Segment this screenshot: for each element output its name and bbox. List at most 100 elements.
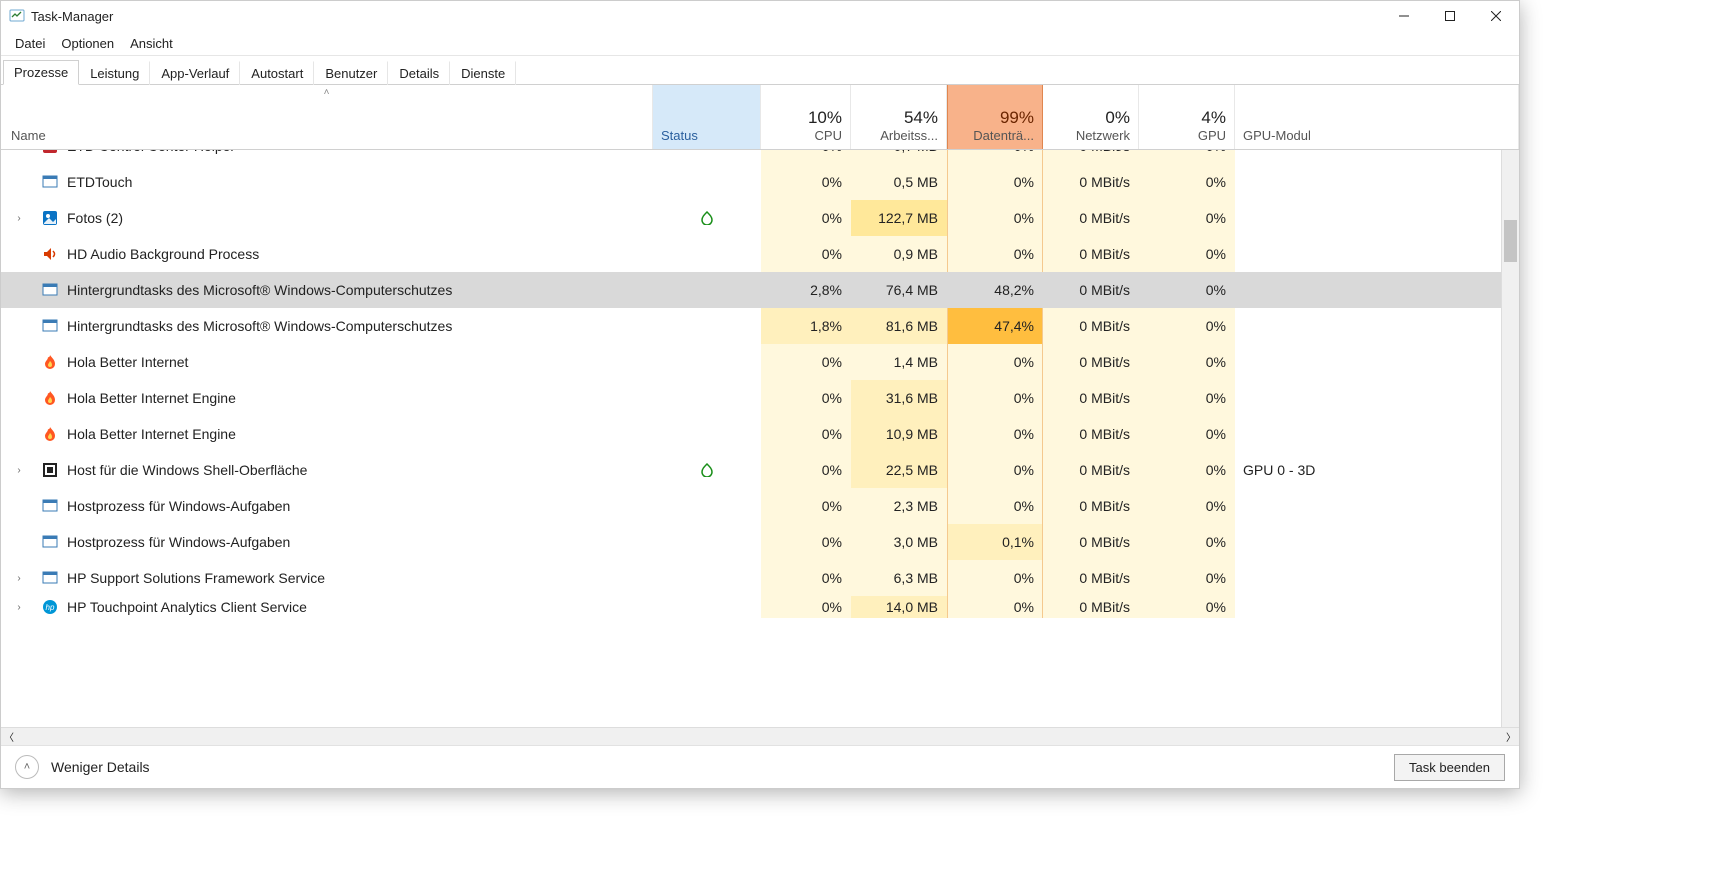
cell-name: ETDTouch: [1, 164, 653, 200]
column-header-disk[interactable]: 99% Datenträ...: [947, 85, 1043, 149]
cell-gpu-module: GPU 0 - 3D: [1235, 452, 1519, 488]
menubar: DateiOptionenAnsicht: [1, 31, 1519, 56]
suspended-icon: [700, 463, 714, 477]
close-button[interactable]: [1473, 1, 1519, 31]
minimize-button[interactable]: [1381, 1, 1427, 31]
tab-app-verlauf[interactable]: App-Verlauf: [150, 61, 240, 85]
column-label-status: Status: [661, 128, 752, 143]
cell-gpu: 0%: [1139, 488, 1235, 524]
cell-cpu: 2,8%: [761, 272, 851, 308]
expander-icon[interactable]: ›: [11, 465, 27, 476]
menu-item-optionen[interactable]: Optionen: [53, 34, 122, 53]
cell-cpu: 0%: [761, 236, 851, 272]
cell-name: Hola Better Internet Engine: [1, 380, 653, 416]
process-row[interactable]: ›HP Support Solutions Framework Service 0…: [1, 560, 1519, 596]
process-row[interactable]: Hola Better Internet0%1,4 MB0%0 MBit/s0%: [1, 344, 1519, 380]
cell-cpu: 1,8%: [761, 308, 851, 344]
cell-disk: 0,1%: [947, 524, 1043, 560]
cell-network: 0 MBit/s: [1043, 344, 1139, 380]
tab-dienste[interactable]: Dienste: [450, 61, 516, 85]
process-row[interactable]: Hintergrundtasks des Microsoft® Windows-…: [1, 272, 1519, 308]
process-row[interactable]: ›Host für die Windows Shell-Oberfläche0%…: [1, 452, 1519, 488]
expander-icon[interactable]: ›: [11, 602, 27, 613]
process-row[interactable]: Hola Better Internet Engine0%10,9 MB0%0 …: [1, 416, 1519, 452]
column-header-memory[interactable]: 54% Arbeitss...: [851, 85, 947, 149]
cell-network: 0 MBit/s: [1043, 524, 1139, 560]
expander-icon[interactable]: ›: [11, 573, 27, 584]
memory-total-pct: 54%: [904, 108, 938, 128]
cell-status: [653, 200, 761, 236]
fewer-details-label[interactable]: Weniger Details: [51, 759, 150, 775]
cell-network: 0 MBit/s: [1043, 488, 1139, 524]
app-icon: [9, 8, 25, 24]
menu-item-ansicht[interactable]: Ansicht: [122, 34, 181, 53]
process-row[interactable]: Hostprozess für Windows-Aufgaben0%3,0 MB…: [1, 524, 1519, 560]
titlebar: Task-Manager: [1, 1, 1519, 31]
column-header-gpu[interactable]: 4% GPU: [1139, 85, 1235, 149]
footer: ˄ Weniger Details Task beenden: [1, 745, 1519, 788]
process-row[interactable]: Hintergrundtasks des Microsoft® Windows-…: [1, 308, 1519, 344]
cell-network: 0 MBit/s: [1043, 416, 1139, 452]
cell-name: ›HP Support Solutions Framework Service: [1, 560, 653, 596]
cell-network: 0 MBit/s: [1043, 236, 1139, 272]
process-row[interactable]: HD Audio Background Process0%0,9 MB0%0 M…: [1, 236, 1519, 272]
cell-cpu: 0%: [761, 380, 851, 416]
vertical-scrollbar[interactable]: [1501, 150, 1519, 727]
sort-indicator-icon: ˄: [324, 87, 330, 98]
cell-gpu-module: [1235, 308, 1519, 344]
menu-item-datei[interactable]: Datei: [7, 34, 53, 53]
process-row[interactable]: ETDTouch0%0,5 MB0%0 MBit/s0%: [1, 164, 1519, 200]
end-task-button[interactable]: Task beenden: [1394, 754, 1505, 781]
cell-status: [653, 150, 761, 164]
cell-gpu-module: [1235, 236, 1519, 272]
process-row[interactable]: Hostprozess für Windows-Aufgaben0%2,3 MB…: [1, 488, 1519, 524]
cell-status: [653, 344, 761, 380]
column-label-network: Netzwerk: [1076, 128, 1130, 143]
fewer-details-toggle[interactable]: ˄: [15, 755, 39, 779]
column-header-status[interactable]: Status: [653, 85, 761, 149]
column-header-name[interactable]: ˄ Name: [1, 85, 653, 149]
horizontal-scrollbar[interactable]: 〈 〉: [1, 727, 1519, 745]
cell-disk: 0%: [947, 416, 1043, 452]
column-header-network[interactable]: 0% Netzwerk: [1043, 85, 1139, 149]
scroll-left-icon[interactable]: 〈: [4, 729, 14, 744]
column-headers: ˄ Name Status 10% CPU 54% Arbeitss... 99…: [1, 85, 1519, 150]
cell-memory: 31,6 MB: [851, 380, 947, 416]
maximize-button[interactable]: [1427, 1, 1473, 31]
tab-prozesse[interactable]: Prozesse: [3, 60, 79, 85]
process-row[interactable]: ›Fotos (2)0%122,7 MB0%0 MBit/s0%: [1, 200, 1519, 236]
hp-icon: hp: [41, 598, 59, 616]
cell-cpu: 0%: [761, 200, 851, 236]
expander-icon[interactable]: ›: [11, 213, 27, 224]
cell-cpu: 0%: [761, 164, 851, 200]
cell-network: 0 MBit/s: [1043, 560, 1139, 596]
tab-benutzer[interactable]: Benutzer: [314, 61, 388, 85]
cell-disk: 0%: [947, 344, 1043, 380]
cell-status: [653, 452, 761, 488]
process-row[interactable]: › hp HP Touchpoint Analytics Client Servic…: [1, 596, 1519, 618]
cell-disk: 48,2%: [947, 272, 1043, 308]
shell-icon: [41, 461, 59, 479]
cell-network: 0 MBit/s: [1043, 452, 1139, 488]
tab-autostart[interactable]: Autostart: [240, 61, 314, 85]
tab-details[interactable]: Details: [388, 61, 450, 85]
network-total-pct: 0%: [1105, 108, 1130, 128]
process-row[interactable]: ETD Control Center Helper0%0,7 MB0%0 MBi…: [1, 150, 1519, 164]
scrollbar-thumb[interactable]: [1504, 220, 1517, 262]
column-header-cpu[interactable]: 10% CPU: [761, 85, 851, 149]
app-icon: [41, 173, 59, 191]
cell-memory: 122,7 MB: [851, 200, 947, 236]
column-label-cpu: CPU: [815, 128, 842, 143]
window-controls: [1381, 1, 1519, 31]
tab-bar: ProzesseLeistungApp-VerlaufAutostartBenu…: [1, 56, 1519, 85]
tab-leistung[interactable]: Leistung: [79, 61, 150, 85]
cell-cpu: 0%: [761, 560, 851, 596]
process-list[interactable]: ETD Control Center Helper0%0,7 MB0%0 MBi…: [1, 150, 1519, 727]
scroll-right-icon[interactable]: 〉: [1506, 729, 1516, 744]
process-name: Hola Better Internet Engine: [67, 390, 236, 406]
cell-disk: 0%: [947, 380, 1043, 416]
process-row[interactable]: Hola Better Internet Engine0%31,6 MB0%0 …: [1, 380, 1519, 416]
column-header-gpu-module[interactable]: GPU-Modul: [1235, 85, 1519, 149]
cell-memory: 0,7 MB: [851, 150, 947, 164]
process-name: HP Touchpoint Analytics Client Service: [67, 599, 307, 615]
